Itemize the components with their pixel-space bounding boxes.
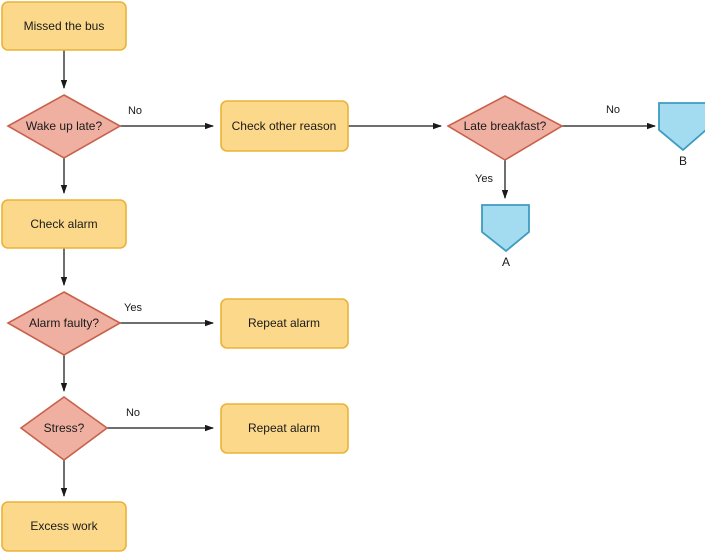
node-connector-b[interactable]: B [658, 102, 705, 168]
late-breakfast-label: Late breakfast? [464, 119, 547, 133]
node-connector-a[interactable]: A [481, 204, 530, 269]
edge-label-stress-no: No [126, 407, 140, 419]
edges-layer [60, 50, 656, 497]
connector-a-label: A [502, 255, 510, 269]
edge-label-late-breakfast-no: No [606, 104, 620, 116]
edge-label-wake-up-late-no: No [128, 105, 142, 117]
repeat-alarm-2-label: Repeat alarm [248, 421, 320, 435]
repeat-alarm-1-label: Repeat alarm [248, 316, 320, 330]
node-late-breakfast[interactable]: Late breakfast? [446, 95, 564, 161]
node-repeat-alarm-1[interactable]: Repeat alarm [220, 298, 349, 349]
wake-up-late-label: Wake up late? [26, 119, 103, 133]
node-repeat-alarm-2[interactable]: Repeat alarm [220, 403, 349, 454]
edge-label-alarm-faulty-yes: Yes [124, 302, 142, 314]
flowchart-canvas: Missed the bus Wake up late? Check other… [0, 0, 705, 553]
alarm-faulty-label: Alarm faulty? [29, 316, 99, 330]
connector-a-shape[interactable] [481, 204, 530, 253]
connector-b-shape[interactable] [658, 102, 705, 152]
edge-label-late-breakfast-yes: Yes [475, 173, 493, 185]
missed-the-bus-label: Missed the bus [24, 19, 105, 33]
connector-b-label: B [679, 154, 687, 168]
stress-label: Stress? [44, 421, 85, 435]
node-check-alarm[interactable]: Check alarm [1, 199, 127, 249]
excess-work-label: Excess work [30, 519, 98, 533]
node-excess-work[interactable]: Excess work [1, 501, 127, 552]
check-other-reason-label: Check other reason [232, 119, 337, 133]
edge-labels-layer: No No Yes Yes No [124, 104, 620, 419]
check-alarm-label: Check alarm [30, 217, 97, 231]
flowchart-svg: Missed the bus Wake up late? Check other… [1, 1, 705, 552]
node-stress[interactable]: Stress? [19, 396, 109, 461]
node-check-other-reason[interactable]: Check other reason [220, 100, 349, 152]
node-alarm-faulty[interactable]: Alarm faulty? [6, 291, 122, 356]
node-missed-the-bus[interactable]: Missed the bus [1, 1, 127, 51]
node-wake-up-late[interactable]: Wake up late? [6, 94, 122, 159]
